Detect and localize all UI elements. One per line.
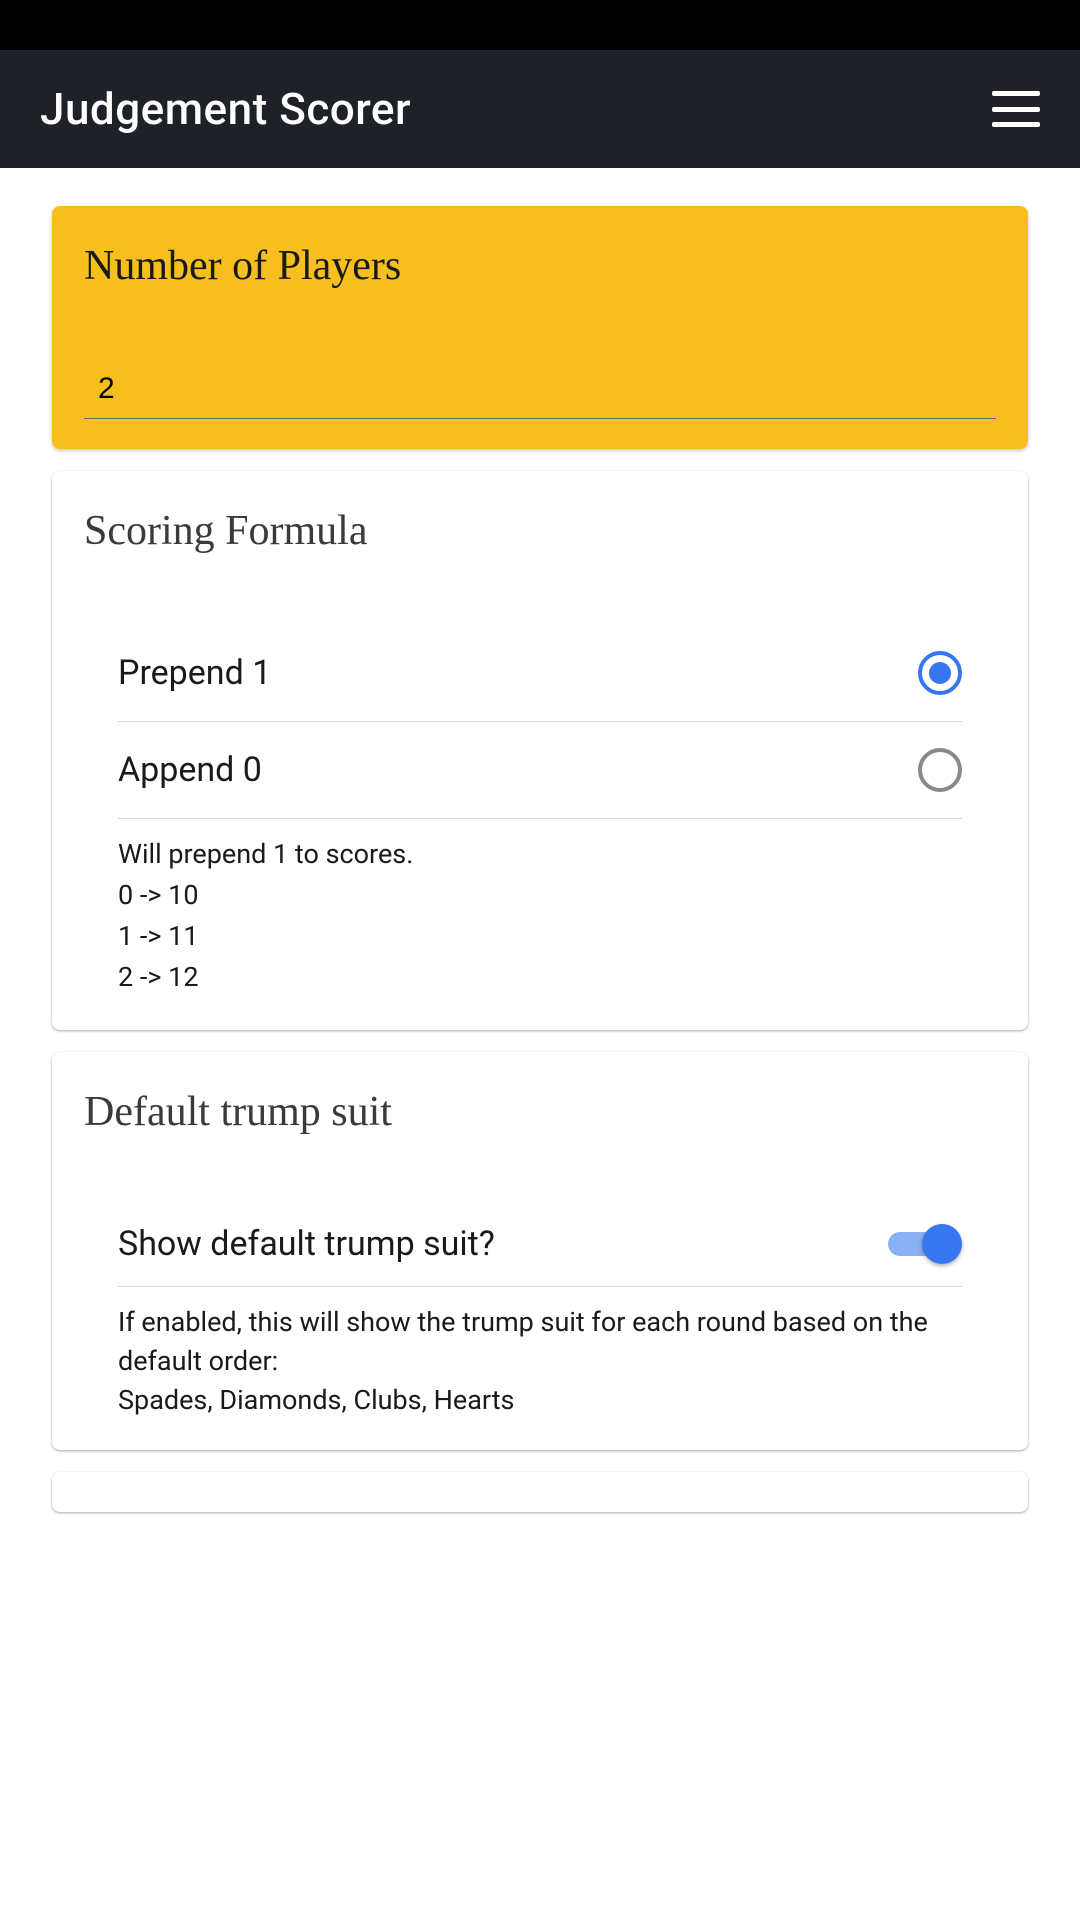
trump-description: If enabled, this will show the trump sui… (84, 1287, 996, 1420)
trump-toggle-section: Show default trump suit? (84, 1206, 996, 1287)
desc-intro: Will prepend 1 to scores. (118, 835, 962, 874)
trump-desc-line2: Spades, Diamonds, Clubs, Hearts (118, 1381, 962, 1420)
app-header: Judgement Scorer (0, 50, 1080, 168)
next-card-peek (52, 1472, 1028, 1512)
desc-line: 1 -> 11 (118, 917, 962, 956)
trump-toggle-label: Show default trump suit? (118, 1224, 495, 1264)
trump-toggle-switch[interactable] (888, 1230, 962, 1258)
scoring-description: Will prepend 1 to scores. 0 -> 10 1 -> 1… (84, 819, 996, 998)
trump-card: Default trump suit Show default trump su… (52, 1052, 1028, 1450)
hamburger-menu-icon[interactable] (992, 91, 1040, 127)
scoring-card-title: Scoring Formula (84, 507, 996, 555)
radio-item-append[interactable]: Append 0 (118, 722, 962, 819)
scoring-radio-group: Prepend 1 Append 0 (84, 625, 996, 819)
desc-line: 2 -> 12 (118, 958, 962, 997)
radio-button-icon (918, 748, 962, 792)
trump-card-title: Default trump suit (84, 1088, 996, 1136)
players-card: Number of Players (52, 206, 1028, 449)
trump-desc-line1: If enabled, this will show the trump sui… (118, 1303, 962, 1381)
app-title: Judgement Scorer (40, 83, 411, 135)
desc-line: 0 -> 10 (118, 876, 962, 915)
status-bar (0, 0, 1080, 50)
toggle-thumb-icon (922, 1224, 962, 1264)
radio-label: Prepend 1 (118, 653, 271, 693)
trump-toggle-row: Show default trump suit? (118, 1206, 962, 1287)
radio-button-icon (918, 651, 962, 695)
radio-label: Append 0 (118, 750, 262, 790)
players-card-title: Number of Players (84, 242, 996, 290)
content-area: Number of Players Scoring Formula Prepen… (0, 168, 1080, 1512)
players-count-input[interactable] (84, 360, 996, 419)
scoring-card: Scoring Formula Prepend 1 Append 0 Will … (52, 471, 1028, 1030)
radio-item-prepend[interactable]: Prepend 1 (118, 625, 962, 722)
